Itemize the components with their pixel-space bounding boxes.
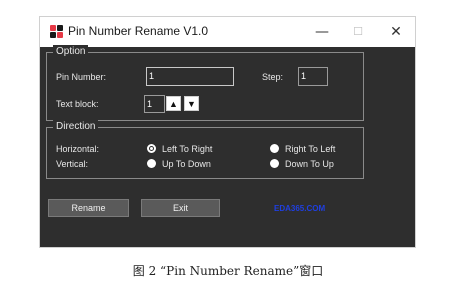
title-bar[interactable]: Pin Number Rename V1.0 — ☐ ✕: [40, 17, 415, 47]
rename-button[interactable]: Rename: [48, 199, 129, 217]
decrement-button[interactable]: ▼: [184, 96, 199, 111]
figure-caption: 图 2 “Pin Number Rename”窗口: [132, 264, 324, 278]
down-to-up-radio[interactable]: [270, 159, 279, 168]
down-to-up-label[interactable]: Down To Up: [285, 158, 334, 170]
window-title: Pin Number Rename V1.0: [68, 24, 209, 38]
eda365-link[interactable]: EDA365.COM: [274, 204, 325, 214]
maximize-button[interactable]: ☐: [338, 17, 378, 47]
option-group: Option: [46, 45, 364, 121]
right-to-left-radio[interactable]: [270, 144, 279, 153]
app-icon: [50, 25, 63, 38]
up-to-down-label[interactable]: Up To Down: [162, 158, 211, 170]
step-label: Step:: [262, 72, 284, 82]
pin-number-input[interactable]: 1: [146, 67, 234, 86]
close-button[interactable]: ✕: [376, 17, 416, 47]
right-to-left-label[interactable]: Right To Left: [285, 143, 335, 155]
up-to-down-radio[interactable]: [147, 159, 156, 168]
text-block-label: Text block:: [56, 99, 99, 109]
exit-button[interactable]: Exit: [141, 199, 220, 217]
vertical-label: Vertical:: [56, 159, 89, 169]
direction-group-title: Direction: [53, 120, 99, 134]
minimize-button[interactable]: —: [302, 17, 342, 47]
step-input[interactable]: 1: [298, 67, 328, 86]
pin-number-label: Pin Number:: [56, 72, 107, 82]
increment-button[interactable]: ▲: [166, 96, 181, 111]
left-to-right-radio[interactable]: [147, 144, 156, 153]
text-block-input[interactable]: 1: [144, 95, 165, 113]
app-window: Pin Number Rename V1.0 — ☐ ✕ Option Pin …: [39, 16, 416, 248]
option-group-title: Option: [53, 45, 89, 59]
left-to-right-label[interactable]: Left To Right: [162, 143, 212, 155]
horizontal-label: Horizontal:: [56, 144, 100, 154]
